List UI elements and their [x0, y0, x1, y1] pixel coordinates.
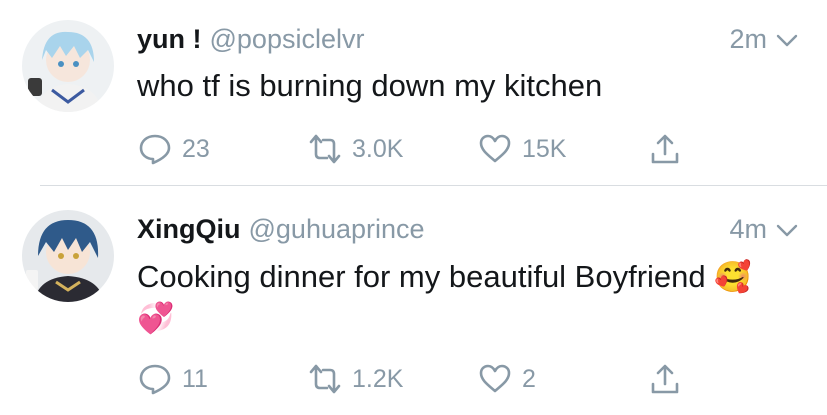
- divider: [40, 185, 827, 186]
- retweet-icon: [309, 134, 341, 164]
- reply-icon: [139, 134, 171, 165]
- display-name[interactable]: XingQiu: [137, 214, 241, 244]
- tweet[interactable]: XingQiu @guhuaprince 4m Cooking dinner fo…: [0, 187, 827, 415]
- tweet-text-content: Cooking dinner for my beautiful Boyfrien…: [137, 259, 706, 294]
- like-count: 15K: [522, 134, 567, 163]
- reply-button[interactable]: 11: [138, 361, 208, 397]
- like-button[interactable]: 2: [478, 361, 536, 397]
- tweet-text-content: who tf is burning down my kitchen: [137, 68, 603, 103]
- tweet-actions: 23 3.0K 15K: [138, 131, 698, 167]
- timestamp[interactable]: 2m: [729, 24, 767, 55]
- like-icon: [479, 134, 511, 163]
- revolving-hearts-emoji: 💞: [137, 301, 175, 336]
- like-count: 2: [522, 364, 536, 393]
- tweet[interactable]: yun ! @popsiclelvr 2m who tf is burning d…: [0, 0, 827, 185]
- chevron-down-icon[interactable]: [775, 218, 799, 242]
- share-icon: [651, 364, 679, 394]
- retweet-button[interactable]: 3.0K: [308, 131, 403, 167]
- retweet-icon: [309, 364, 341, 394]
- display-name[interactable]: yun !: [137, 24, 202, 54]
- like-icon: [479, 364, 511, 393]
- retweet-count: 3.0K: [352, 134, 404, 163]
- smiling-face-with-hearts-emoji: 🥰: [714, 260, 752, 295]
- retweet-button[interactable]: 1.2K: [308, 361, 403, 397]
- chevron-down-icon[interactable]: [775, 28, 799, 52]
- username[interactable]: @popsiclelvr: [210, 24, 365, 54]
- reply-count: 23: [182, 134, 210, 163]
- tweet-header: XingQiu @guhuaprince 4m: [137, 214, 799, 244]
- reply-button[interactable]: 23: [138, 131, 210, 167]
- tweet-text: who tf is burning down my kitchen: [137, 66, 787, 106]
- avatar[interactable]: [22, 20, 114, 112]
- share-button[interactable]: [648, 361, 682, 397]
- share-button[interactable]: [648, 131, 682, 167]
- retweet-count: 1.2K: [352, 364, 404, 393]
- tweet-header: yun ! @popsiclelvr 2m: [137, 24, 799, 54]
- share-icon: [651, 134, 679, 164]
- timestamp[interactable]: 4m: [729, 214, 767, 245]
- username[interactable]: @guhuaprince: [249, 214, 425, 244]
- avatar[interactable]: [22, 210, 114, 302]
- reply-count: 11: [182, 364, 208, 393]
- tweet-text: Cooking dinner for my beautiful Boyfrien…: [137, 257, 787, 339]
- reply-icon: [139, 364, 171, 395]
- tweet-actions: 11 1.2K 2: [138, 361, 698, 397]
- like-button[interactable]: 15K: [478, 131, 566, 167]
